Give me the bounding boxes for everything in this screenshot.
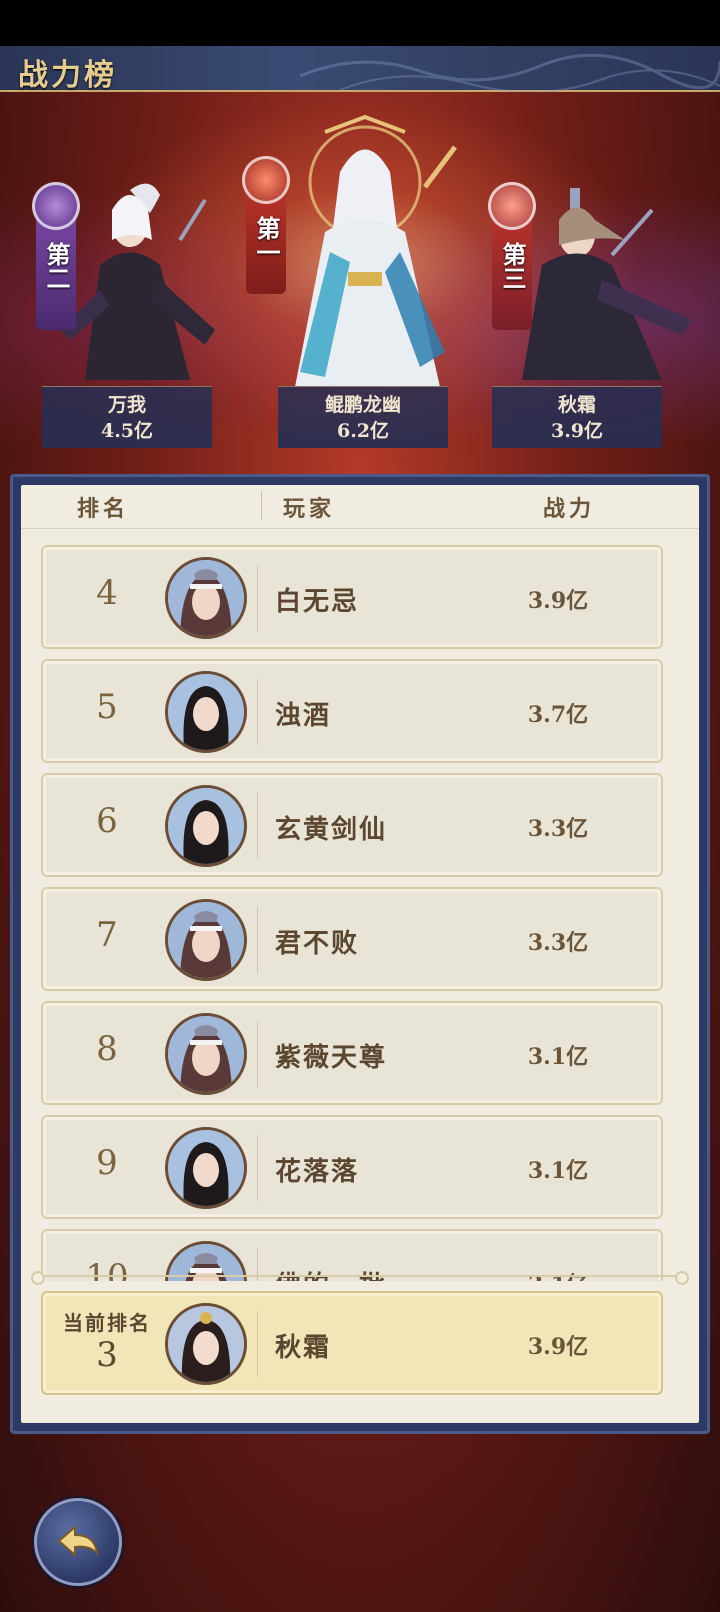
rank-label: 第二 bbox=[42, 242, 71, 290]
table-row[interactable]: 9 花落落 3.1亿 bbox=[41, 1115, 663, 1219]
page-title: 战力榜 bbox=[18, 58, 117, 93]
male-headband-avatar-icon bbox=[165, 1013, 247, 1095]
row-divider bbox=[257, 679, 258, 745]
row-rank: 4 bbox=[96, 573, 118, 613]
male-longhair-avatar-icon bbox=[165, 671, 247, 753]
row-player-name: 白无忌 bbox=[275, 587, 360, 617]
current-rank-value: 3 bbox=[96, 1335, 118, 1375]
row-divider bbox=[257, 1311, 258, 1377]
ranking-list[interactable]: 4 白无忌 3.9亿 5 浊酒 3.7亿 6 玄黄剑仙 3.3亿 7 君不败 3… bbox=[21, 529, 699, 1281]
table-row[interactable]: 10 佛的一批 3.1亿 bbox=[41, 1229, 663, 1281]
male-headband-avatar-icon bbox=[165, 899, 247, 981]
current-rank-label: 当前排名 bbox=[63, 1311, 151, 1335]
table-row[interactable]: 8 紫薇天尊 3.1亿 bbox=[41, 1001, 663, 1105]
moon-emblem-icon bbox=[32, 182, 80, 230]
nameplate-third: 秋霜 3.9亿 bbox=[492, 386, 662, 448]
player-power: 6.2亿 bbox=[336, 420, 390, 442]
row-power: 3.3亿 bbox=[527, 816, 589, 842]
status-bar bbox=[0, 0, 720, 46]
podium-first[interactable]: 第一 鲲鹏龙幽 6.2亿 bbox=[230, 112, 500, 450]
player-power: 3.9亿 bbox=[550, 420, 604, 442]
back-arrow-icon bbox=[57, 1524, 99, 1558]
row-power: 3.1亿 bbox=[483, 1267, 633, 1281]
table-row[interactable]: 4 白无忌 3.9亿 bbox=[41, 545, 663, 649]
player-power: 4.5亿 bbox=[100, 420, 154, 442]
nameplate-second: 万我 4.5亿 bbox=[42, 386, 212, 448]
row-power: 3.3亿 bbox=[527, 930, 589, 956]
row-power: 3.7亿 bbox=[527, 702, 589, 728]
current-rank-row[interactable]: 当前排名 3 秋霜 3.9亿 bbox=[41, 1291, 663, 1395]
female-avatar-icon bbox=[165, 1303, 247, 1385]
moon-emblem-icon bbox=[488, 182, 536, 230]
row-rank: 6 bbox=[96, 801, 118, 841]
row-rank: 5 bbox=[96, 687, 118, 727]
row-power: 3.1亿 bbox=[527, 1158, 589, 1184]
header-rank: 排名 bbox=[77, 496, 130, 522]
male-longhair-avatar-icon bbox=[165, 785, 247, 867]
row-player-name: 花落落 bbox=[275, 1157, 360, 1187]
moon-emblem-icon bbox=[242, 156, 290, 204]
row-player-name: 君不败 bbox=[275, 929, 360, 959]
current-player-name: 秋霜 bbox=[275, 1333, 332, 1363]
row-rank: 10 bbox=[85, 1257, 129, 1281]
player-name: 万我 bbox=[107, 394, 146, 416]
player-name: 鲲鹏龙幽 bbox=[324, 394, 401, 416]
table-row[interactable]: 6 玄黄剑仙 3.3亿 bbox=[41, 773, 663, 877]
row-player-name: 浊酒 bbox=[275, 701, 332, 731]
row-rank: 9 bbox=[96, 1143, 118, 1183]
row-divider bbox=[257, 907, 258, 973]
row-power: 3.9亿 bbox=[527, 588, 589, 614]
player-name: 秋霜 bbox=[557, 394, 596, 416]
ranking-panel-inner: 排名 玩家 战力 4 白无忌 3.9亿 5 浊酒 3.7亿 6 玄黄剑仙 3.3… bbox=[21, 485, 699, 1423]
list-separator bbox=[31, 1271, 689, 1285]
rank-banner-third: 第三 bbox=[488, 182, 536, 330]
ranking-panel: 排名 玩家 战力 4 白无忌 3.9亿 5 浊酒 3.7亿 6 玄黄剑仙 3.3… bbox=[10, 474, 710, 1434]
row-divider bbox=[257, 1135, 258, 1201]
podium-third[interactable]: 第三 秋霜 3.9亿 bbox=[488, 170, 712, 450]
table-row[interactable]: 5 浊酒 3.7亿 bbox=[41, 659, 663, 763]
nameplate-first: 鲲鹏龙幽 6.2亿 bbox=[278, 386, 448, 448]
rank-label: 第三 bbox=[498, 242, 527, 290]
row-player-name: 玄黄剑仙 bbox=[275, 815, 388, 845]
row-player-name: 紫薇天尊 bbox=[275, 1043, 388, 1073]
row-divider bbox=[257, 1021, 258, 1087]
ranking-header: 排名 玩家 战力 bbox=[21, 485, 699, 529]
rank-banner-first: 第一 bbox=[242, 156, 290, 294]
row-power: 3.1亿 bbox=[527, 1044, 589, 1070]
rank-label: 第一 bbox=[252, 216, 281, 264]
row-rank: 7 bbox=[96, 915, 118, 955]
rank-banner-second: 第二 bbox=[32, 182, 80, 330]
header-power: 战力 bbox=[543, 496, 596, 522]
back-button[interactable] bbox=[34, 1498, 122, 1586]
row-divider bbox=[257, 793, 258, 859]
table-row[interactable]: 7 君不败 3.3亿 bbox=[41, 887, 663, 991]
header-player: 玩家 bbox=[283, 496, 336, 522]
row-player-name: 佛的一批 bbox=[275, 1265, 387, 1281]
male-headband-avatar-icon bbox=[165, 557, 247, 639]
row-divider bbox=[257, 565, 258, 631]
podium-second[interactable]: 第二 万我 4.5亿 bbox=[30, 170, 230, 450]
cloud-pattern-icon bbox=[300, 53, 720, 92]
header-divider bbox=[261, 491, 262, 519]
male-longhair-avatar-icon bbox=[165, 1127, 247, 1209]
row-rank: 8 bbox=[96, 1029, 118, 1069]
current-player-power: 3.9亿 bbox=[527, 1334, 589, 1360]
